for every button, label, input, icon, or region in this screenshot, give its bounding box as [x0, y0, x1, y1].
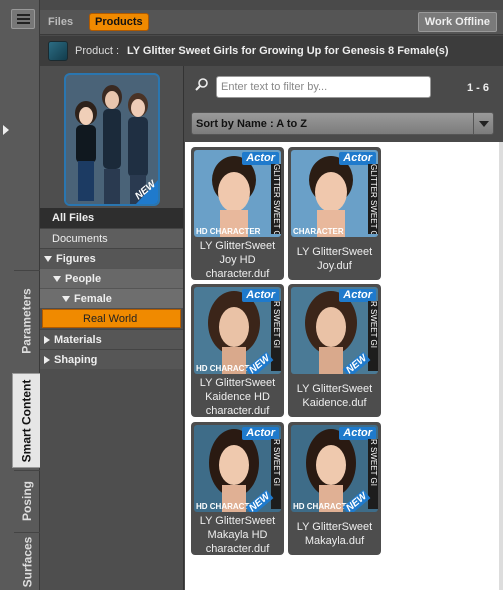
tab-posing-label: Posing [20, 480, 35, 521]
product-header: Product : LY Glitter Sweet Girls for Gro… [40, 36, 503, 66]
asset-label: LY GlitterSweet Joy.duf [296, 246, 373, 272]
asset-label: LY GlitterSweet Kaidence.duf [296, 383, 373, 409]
result-count: 1 - 6 [466, 82, 489, 94]
vertical-tab-strip: Parameters Smart Content Posing Surfaces [0, 0, 40, 590]
tab-surfaces-label: Surfaces [20, 536, 35, 587]
scrollbar[interactable] [499, 142, 503, 590]
category-all-files-label: All Files [52, 212, 95, 224]
asset-thumbnail: Actor GLITTER SWEET GI HD CHARACTER [194, 150, 281, 237]
category-female[interactable]: Female [40, 288, 183, 308]
work-offline-button[interactable]: Work Offline [417, 12, 497, 32]
asset-card[interactable]: Actor R SWEET GI HD CHARACTER NEW LY Gli… [191, 284, 284, 417]
asset-card[interactable]: Actor GLITTER SWEET GI CHARACTER LY Glit… [288, 147, 381, 280]
expand-arrow-icon[interactable] [53, 275, 61, 282]
collapsed-arrow-icon[interactable] [44, 335, 50, 344]
expand-arrow-icon[interactable] [62, 295, 70, 302]
category-panel: NEW All Files Documents Figures People F… [40, 66, 184, 590]
category-figures-label: Figures [56, 252, 96, 265]
asset-card[interactable]: Actor R SWEET GI HD CHARACTER NEW LY Gli… [288, 422, 381, 555]
category-all-files[interactable]: All Files [40, 208, 183, 228]
tab-smart-content-label: Smart Content [19, 379, 34, 462]
top-tab-bar: Files Products Work Offline [40, 10, 503, 35]
product-prefix: Product : [75, 45, 120, 57]
filter-row: 1 - 6 [185, 66, 503, 106]
content-area: 1 - 6 Sort by Name : A to Z Actor GLITTE… [185, 66, 503, 590]
hd-caption: HD CHARACTER [196, 227, 261, 236]
category-figures[interactable]: Figures [40, 248, 183, 268]
search-icon[interactable] [195, 78, 209, 92]
tab-files[interactable]: Files [48, 16, 73, 28]
asset-card[interactable]: Actor R SWEET GI HD CHARACTER NEW LY Gli… [191, 422, 284, 555]
side-caption: GLITTER SWEET GI [368, 164, 378, 234]
asset-card[interactable]: Actor GLITTER SWEET GI HD CHARACTER LY G… [191, 147, 284, 280]
expand-arrow-icon[interactable] [44, 255, 52, 262]
category-people[interactable]: People [40, 268, 183, 288]
category-materials[interactable]: Materials [40, 329, 183, 349]
category-documents[interactable]: Documents [40, 228, 183, 248]
asset-thumbnail: Actor R SWEET GI HD CHARACTER NEW [194, 287, 281, 374]
tab-parameters[interactable]: Parameters [14, 270, 40, 370]
product-icon [48, 41, 68, 61]
category-materials-label: Materials [54, 333, 102, 346]
product-thumbnail: NEW [64, 73, 160, 206]
sort-dropdown[interactable]: Sort by Name : A to Z [191, 112, 494, 135]
category-real-world[interactable]: Real World [42, 309, 181, 328]
asset-thumbnail: Actor R SWEET GI HD CHARACTER NEW [194, 425, 281, 512]
chevron-down-icon[interactable] [473, 113, 493, 134]
sort-label: Sort by Name : A to Z [196, 118, 308, 130]
product-name: LY Glitter Sweet Girls for Growing Up fo… [127, 45, 449, 57]
side-caption: GLITTER SWEET GI [271, 164, 281, 234]
hd-caption: CHARACTER [293, 227, 344, 236]
asset-label: LY GlitterSweet Makayla HD character.duf [199, 515, 276, 555]
tab-products[interactable]: Products [89, 13, 149, 31]
asset-card[interactable]: Actor R SWEET GI NEW LY GlitterSweet Kai… [288, 284, 381, 417]
collapse-arrow-icon[interactable] [3, 125, 9, 135]
category-female-label: Female [74, 292, 112, 305]
category-real-world-label: Real World [83, 312, 138, 325]
asset-grid: Actor GLITTER SWEET GI HD CHARACTER LY G… [185, 142, 503, 590]
tab-parameters-label: Parameters [20, 287, 35, 354]
tab-smart-content[interactable]: Smart Content [12, 373, 40, 468]
collapsed-arrow-icon[interactable] [44, 355, 50, 364]
category-people-label: People [65, 272, 102, 285]
pane-menu-icon[interactable] [11, 9, 35, 29]
filter-input[interactable] [216, 76, 431, 98]
category-documents-label: Documents [52, 232, 108, 245]
category-shaping[interactable]: Shaping [40, 349, 183, 369]
asset-label: LY GlitterSweet Makayla.duf [296, 521, 373, 547]
category-shaping-label: Shaping [54, 353, 98, 366]
asset-label: LY GlitterSweet Kaidence HD character.du… [199, 377, 276, 417]
asset-label: LY GlitterSweet Joy HD character.duf [199, 240, 276, 280]
asset-thumbnail: Actor GLITTER SWEET GI CHARACTER [291, 150, 378, 237]
tab-posing[interactable]: Posing [14, 470, 40, 530]
tab-surfaces[interactable]: Surfaces [14, 532, 40, 590]
asset-thumbnail: Actor R SWEET GI NEW [291, 287, 378, 374]
asset-thumbnail: Actor R SWEET GI HD CHARACTER NEW [291, 425, 378, 512]
